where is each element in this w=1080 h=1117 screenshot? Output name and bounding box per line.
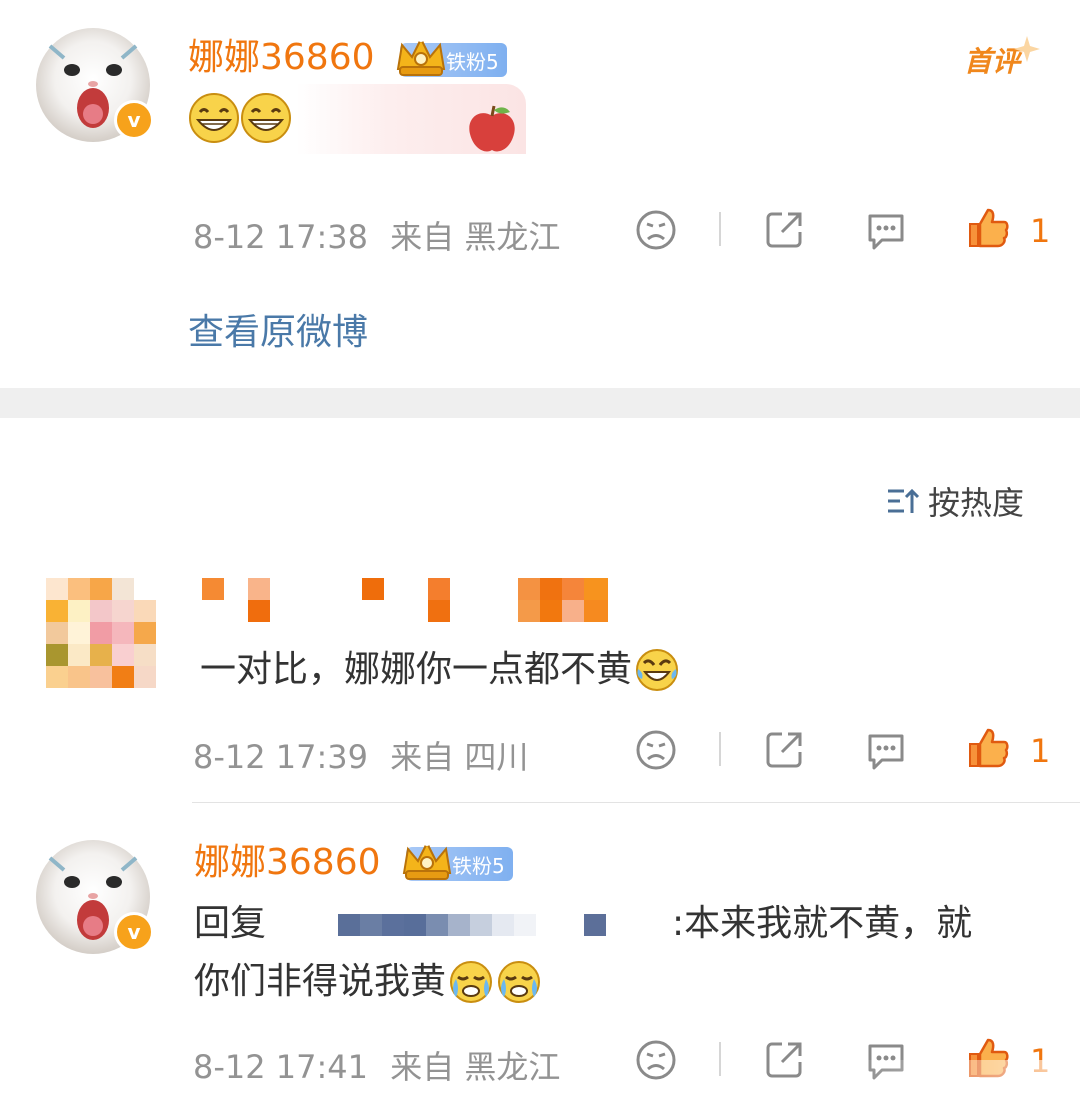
fan-level-badge[interactable]: 铁粉5	[396, 36, 507, 77]
fan-badge-label: 铁粉5	[452, 853, 505, 878]
comment-location: 来自 黑龙江	[390, 1048, 561, 1086]
view-original-post-link[interactable]: 查看原微博	[188, 303, 368, 355]
divider	[719, 732, 721, 766]
fan-level-badge[interactable]: 铁粉5	[402, 840, 513, 881]
blurred-username[interactable]	[202, 578, 612, 622]
comment-time: 8-12 17:38	[193, 218, 369, 256]
fan-badge-label: 铁粉5	[446, 49, 499, 74]
thumbs-up-icon[interactable]	[966, 206, 1010, 250]
crown-icon	[396, 36, 446, 76]
verified-badge-icon: v	[114, 912, 154, 952]
like-count: 1	[1030, 212, 1051, 250]
dislike-face-icon[interactable]	[634, 208, 678, 252]
laugh-cry-emoji-icon	[636, 649, 679, 691]
comment-decoration-background	[296, 84, 526, 154]
like-count: 1	[1030, 732, 1051, 770]
reply-divider	[192, 802, 1080, 803]
avatar[interactable]: v	[36, 28, 154, 142]
apple-icon	[469, 105, 515, 152]
grin-emoji-icon	[240, 92, 292, 148]
comment-time: 8-12 17:41	[193, 1048, 369, 1086]
share-icon[interactable]	[762, 728, 806, 772]
comment-icon[interactable]	[864, 728, 908, 772]
cry-emoji-icon	[498, 961, 541, 1003]
comment-username[interactable]: 娜娜36860	[194, 843, 381, 883]
comment-icon[interactable]	[864, 208, 908, 252]
sparkle-icon	[1014, 36, 1040, 62]
divider	[719, 212, 721, 246]
share-icon[interactable]	[762, 1038, 806, 1082]
reply-text-line1: :本来我就不黄，就	[672, 903, 973, 944]
crown-icon	[402, 840, 452, 880]
share-icon[interactable]	[762, 208, 806, 252]
grin-emoji-icon	[188, 92, 240, 148]
comment-text: 一对比，娜娜你一点都不黄	[200, 649, 633, 690]
section-divider	[0, 388, 1080, 418]
sort-icon	[888, 488, 920, 513]
verified-badge-icon: v	[114, 100, 154, 140]
comment-location: 来自 四川	[390, 738, 529, 776]
reply-prefix: 回复	[194, 903, 267, 944]
dislike-face-icon[interactable]	[634, 728, 678, 772]
divider	[719, 1042, 721, 1076]
comment-location: 来自 黑龙江	[390, 218, 561, 256]
reply-text-line2: 你们非得说我黄	[194, 961, 447, 1002]
comment-username[interactable]: 娜娜36860	[188, 38, 375, 78]
avatar[interactable]: v	[36, 840, 154, 954]
blurred-reply-target[interactable]	[338, 914, 610, 938]
thumbs-up-icon[interactable]	[966, 726, 1010, 770]
dislike-face-icon[interactable]	[634, 1038, 678, 1082]
sort-by-hot-button[interactable]: 按热度	[884, 478, 1024, 524]
comment-time: 8-12 17:39	[193, 738, 369, 776]
blurred-avatar[interactable]	[46, 578, 158, 690]
sort-label: 按热度	[928, 484, 1025, 522]
cry-emoji-icon	[450, 961, 493, 1003]
watermark-overlay	[840, 1060, 1080, 1117]
